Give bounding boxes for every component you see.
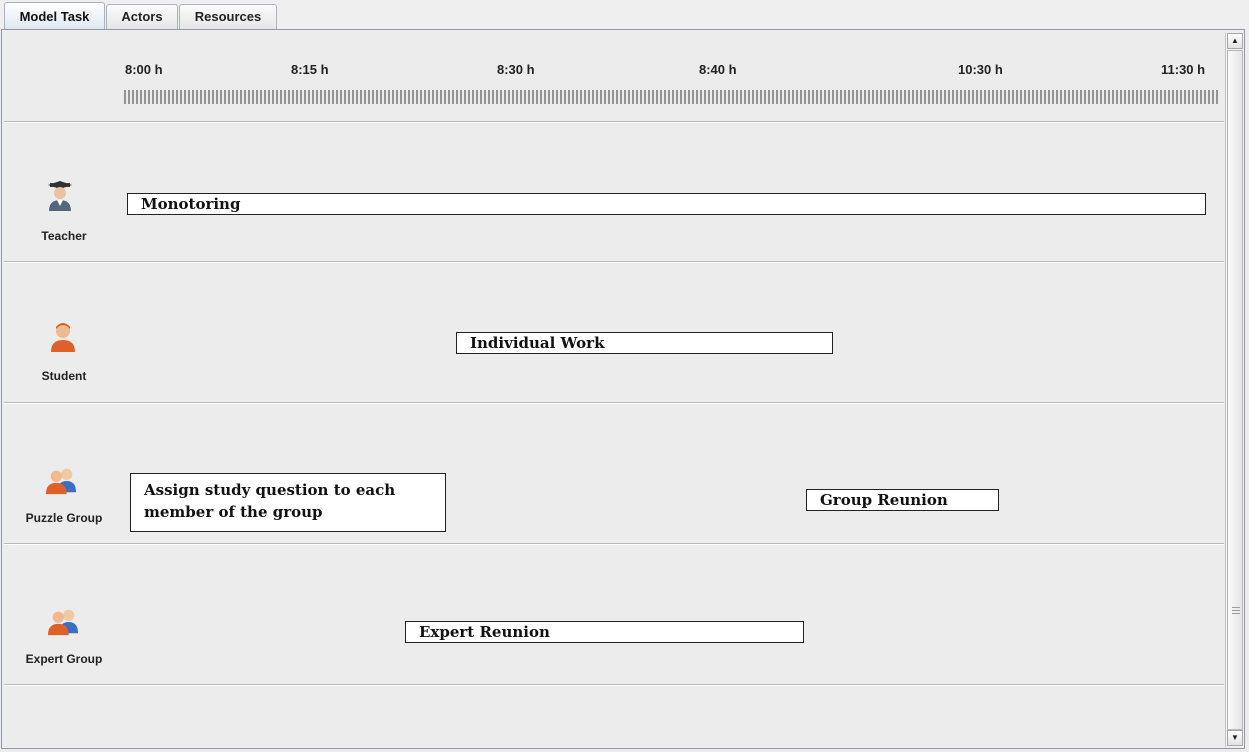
tab-model-task[interactable]: Model Task xyxy=(4,2,105,30)
actor-label: Puzzle Group xyxy=(25,511,103,525)
tab-resources[interactable]: Resources xyxy=(179,4,277,29)
task-label: Assign study question to each member of … xyxy=(144,481,396,521)
task-label: Expert Reunion xyxy=(419,623,550,641)
task-bar[interactable]: Group Reunion xyxy=(806,489,999,511)
group-icon xyxy=(47,609,79,636)
student-icon xyxy=(51,323,75,352)
ruler-ticks xyxy=(124,90,1218,104)
teacher-icon xyxy=(48,181,72,211)
tab-label: Actors xyxy=(121,9,163,24)
time-label: 8:40 h xyxy=(699,62,737,77)
actor-label: Expert Group xyxy=(25,652,103,666)
time-label: 10:30 h xyxy=(958,62,1003,77)
scroll-up-button[interactable]: ▲ xyxy=(1227,33,1243,49)
grip-line xyxy=(1232,607,1240,608)
time-label: 8:30 h xyxy=(497,62,535,77)
grip-line xyxy=(1232,610,1240,611)
task-label: Monotoring xyxy=(141,195,241,213)
tab-actors[interactable]: Actors xyxy=(106,4,178,29)
tab-bar: Model Task Actors Resources xyxy=(0,0,1249,30)
lane-divider xyxy=(4,121,1224,123)
time-label: 11:30 h xyxy=(1161,62,1206,77)
schedule-canvas: 8:00 h 8:15 h 8:30 h 8:40 h 10:30 h 11:3… xyxy=(4,32,1224,746)
actor-label: Teacher xyxy=(41,229,87,243)
task-bar[interactable]: Monotoring xyxy=(127,193,1206,215)
task-bar[interactable]: Expert Reunion xyxy=(405,621,804,643)
tab-label: Model Task xyxy=(19,9,90,24)
lane-divider xyxy=(4,684,1224,686)
task-label: Individual Work xyxy=(470,334,605,352)
time-ruler xyxy=(124,89,1219,105)
time-label: 8:15 h xyxy=(291,62,329,77)
lane-divider xyxy=(4,402,1224,404)
scroll-down-button[interactable]: ▼ xyxy=(1227,730,1243,746)
tab-label: Resources xyxy=(194,9,262,24)
scroll-thumb[interactable] xyxy=(1227,50,1243,730)
group-icon xyxy=(45,468,77,495)
task-label: Group Reunion xyxy=(820,491,948,509)
time-label: 8:00 h xyxy=(125,62,163,77)
task-bar[interactable]: Assign study question to each member of … xyxy=(130,473,446,532)
lane-divider xyxy=(4,543,1224,545)
actor-label: Student xyxy=(41,369,87,383)
task-bar[interactable]: Individual Work xyxy=(456,332,833,354)
lane-divider xyxy=(4,261,1224,263)
grip-line xyxy=(1232,613,1240,614)
vertical-scrollbar[interactable]: ▲ ▼ xyxy=(1225,33,1244,747)
